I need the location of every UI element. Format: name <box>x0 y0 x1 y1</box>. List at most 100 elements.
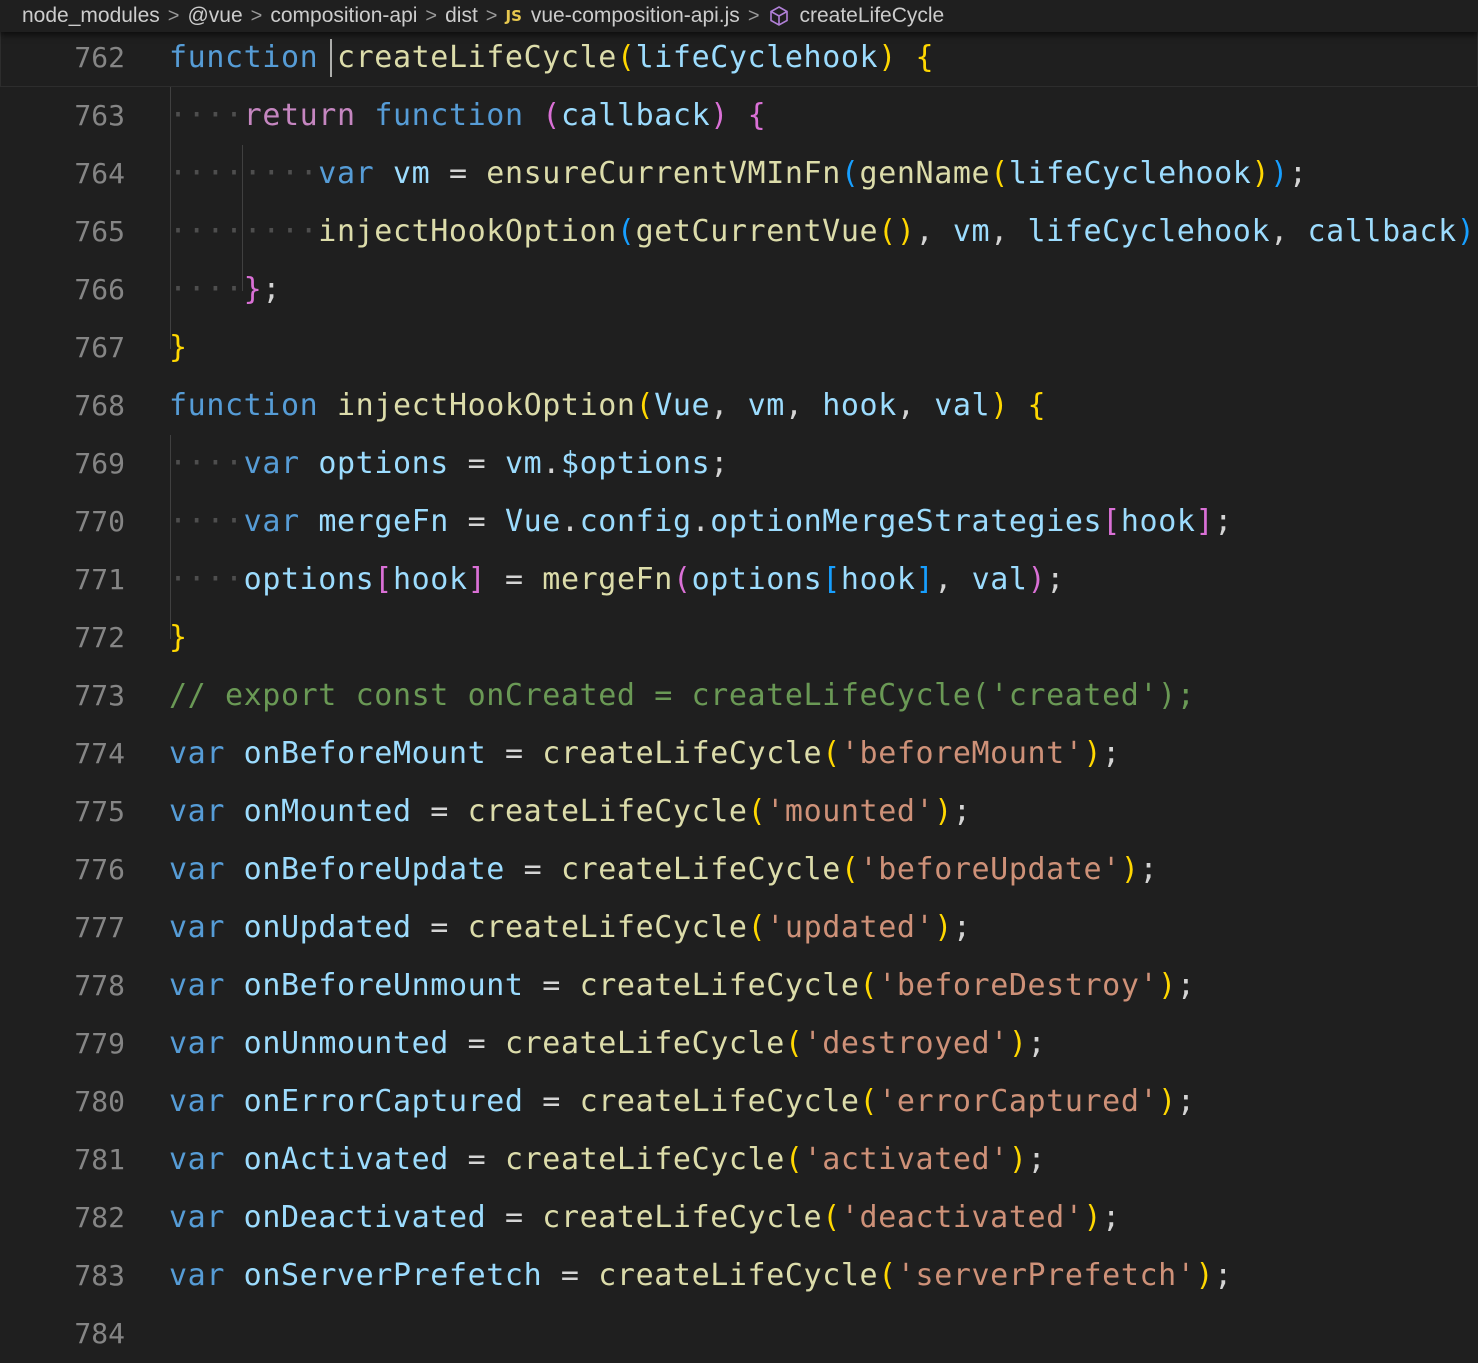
file-name: vue-composition-api.js <box>530 4 740 27</box>
code-line[interactable]: 762 function createLifeCycle(lifeCyclehoo… <box>0 29 1478 87</box>
code-text: } <box>169 319 188 377</box>
breadcrumb-item-file[interactable]: JS vue-composition-api.js <box>505 4 739 28</box>
breadcrumb: node_modules > @vue > composition-api > … <box>0 0 1478 32</box>
chevron-right-icon: > <box>250 4 263 27</box>
code-token: [ <box>822 562 841 597</box>
breadcrumb-item-dist[interactable]: dist <box>445 4 478 28</box>
code-token: ) <box>1270 156 1289 191</box>
code-line[interactable]: 784 <box>0 1305 1478 1363</box>
code-token: ( <box>784 1026 804 1061</box>
code-line[interactable]: 783 var onServerPrefetch = createLifeCycl… <box>0 1247 1478 1305</box>
code-text: var onBeforeMount = createLifeCycle('bef… <box>169 725 1121 783</box>
code-token: return <box>243 98 356 133</box>
line-number: 771 <box>74 563 125 596</box>
code-token: = <box>504 852 561 887</box>
code-line[interactable]: 768 function injectHookOption(Vue, vm, ho… <box>0 377 1478 435</box>
code-token: 'beforeUpdate' <box>859 852 1121 887</box>
line-number: 779 <box>74 1027 125 1060</box>
code-token: ) <box>710 98 729 133</box>
code-token: ( <box>747 910 767 945</box>
code-token: function <box>169 388 319 423</box>
code-token: lifeCyclehook <box>1008 156 1252 191</box>
code-token: 'serverPrefetch' <box>896 1258 1196 1293</box>
code-token: hook <box>1120 504 1196 539</box>
code-token: { <box>747 98 767 133</box>
code-token: var <box>169 736 225 771</box>
code-line[interactable]: 771 ····options[hook] = mergeFn(options[h… <box>0 551 1478 609</box>
line-number: 770 <box>74 505 125 538</box>
code-token: ) <box>1008 1026 1028 1061</box>
code-line[interactable]: 778 var onBeforeUnmount = createLifeCycle… <box>0 957 1478 1015</box>
code-line[interactable]: 773 // export const onCreated = createLif… <box>0 667 1478 725</box>
code-line[interactable]: 767} <box>0 319 1478 377</box>
code-token: ; <box>952 794 972 829</box>
code-token: ) <box>1008 1142 1028 1177</box>
breadcrumb-item-node-modules[interactable]: node_modules <box>22 4 160 28</box>
code-token: onUpdated <box>243 910 412 945</box>
code-token: ( <box>878 1258 897 1293</box>
code-token: Vue <box>654 388 711 423</box>
code-token: ; <box>1214 1258 1233 1293</box>
code-text: ····return function (callback) { <box>169 87 766 145</box>
code-text: var onBeforeUpdate = createLifeCycle('be… <box>169 841 1158 899</box>
code-token: createLifeCycle <box>504 1026 785 1061</box>
code-token: createLifeCycle <box>336 40 617 75</box>
code-token: , <box>896 388 935 423</box>
code-line[interactable]: 777 var onUpdated = createLifeCycle('upda… <box>0 899 1478 957</box>
code-token: [ <box>374 562 393 597</box>
line-number: 772 <box>74 621 125 654</box>
code-token: var <box>318 156 375 191</box>
code-line[interactable]: 770 ····var mergeFn = Vue.config.optionMe… <box>0 493 1478 551</box>
code-token: optionMergeStrategies <box>710 504 1103 539</box>
code-token: ( <box>840 852 860 887</box>
code-token: ( <box>784 1142 804 1177</box>
code-line[interactable]: 780 var onErrorCaptured = createLifeCycle… <box>0 1073 1478 1131</box>
code-token: ) <box>934 910 953 945</box>
code-line[interactable]: 781 var onActivated = createLifeCycle('ac… <box>0 1131 1478 1189</box>
code-line[interactable]: 766 ····}; <box>0 261 1478 319</box>
code-token: ) <box>1027 562 1047 597</box>
code-line[interactable]: 779 var onUnmounted = createLifeCycle('de… <box>0 1015 1478 1073</box>
code-editor[interactable]: 762 function createLifeCycle(lifeCyclehoo… <box>0 29 1478 1350</box>
code-line[interactable]: 765 ········injectHookOption(getCurrentVu… <box>0 203 1478 261</box>
code-line[interactable]: 776 var onBeforeUpdate = createLifeCycle(… <box>0 841 1478 899</box>
code-token: ) <box>878 40 897 75</box>
code-line[interactable]: 772} <box>0 609 1478 667</box>
code-token: = <box>430 156 487 191</box>
code-token: = <box>523 968 580 1003</box>
code-token: genName <box>859 156 991 191</box>
code-line[interactable]: 763 ····return function (callback) { <box>0 87 1478 145</box>
code-token: var <box>169 1084 225 1119</box>
code-token: . <box>691 504 711 539</box>
code-token: = <box>486 1200 543 1235</box>
code-token: = <box>448 1142 505 1177</box>
breadcrumb-item-composition-api[interactable]: composition-api <box>270 4 417 28</box>
code-line[interactable]: 782 var onDeactivated = createLifeCycle('… <box>0 1189 1478 1247</box>
code-line[interactable]: 774 var onBeforeMount = createLifeCycle('… <box>0 725 1478 783</box>
code-token: ( <box>990 156 1009 191</box>
breadcrumb-item-vue[interactable]: @vue <box>187 4 242 28</box>
code-token: = <box>486 736 543 771</box>
code-token: vm <box>952 214 991 249</box>
code-token: = <box>542 1258 599 1293</box>
code-line[interactable]: 769 ····var options = vm.$options; <box>0 435 1478 493</box>
chevron-right-icon: > <box>167 4 180 27</box>
code-token: = <box>448 504 505 539</box>
code-line[interactable]: 764 ········var vm = ensureCurrentVMInFn(… <box>0 145 1478 203</box>
code-token: { <box>1027 388 1047 423</box>
code-token: ) <box>1158 968 1177 1003</box>
code-text: ····options[hook] = mergeFn(options[hook… <box>169 551 1065 609</box>
code-text: var onUpdated = createLifeCycle('updated… <box>169 899 972 957</box>
code-line[interactable]: 775 var onMounted = createLifeCycle('moun… <box>0 783 1478 841</box>
code-token: ; <box>1176 1084 1196 1119</box>
code-text: var onErrorCaptured = createLifeCycle('e… <box>169 1073 1196 1131</box>
line-number: 767 <box>74 331 125 364</box>
breadcrumb-item-symbol[interactable]: createLifeCycle <box>768 4 944 28</box>
code-token: ) <box>934 794 953 829</box>
